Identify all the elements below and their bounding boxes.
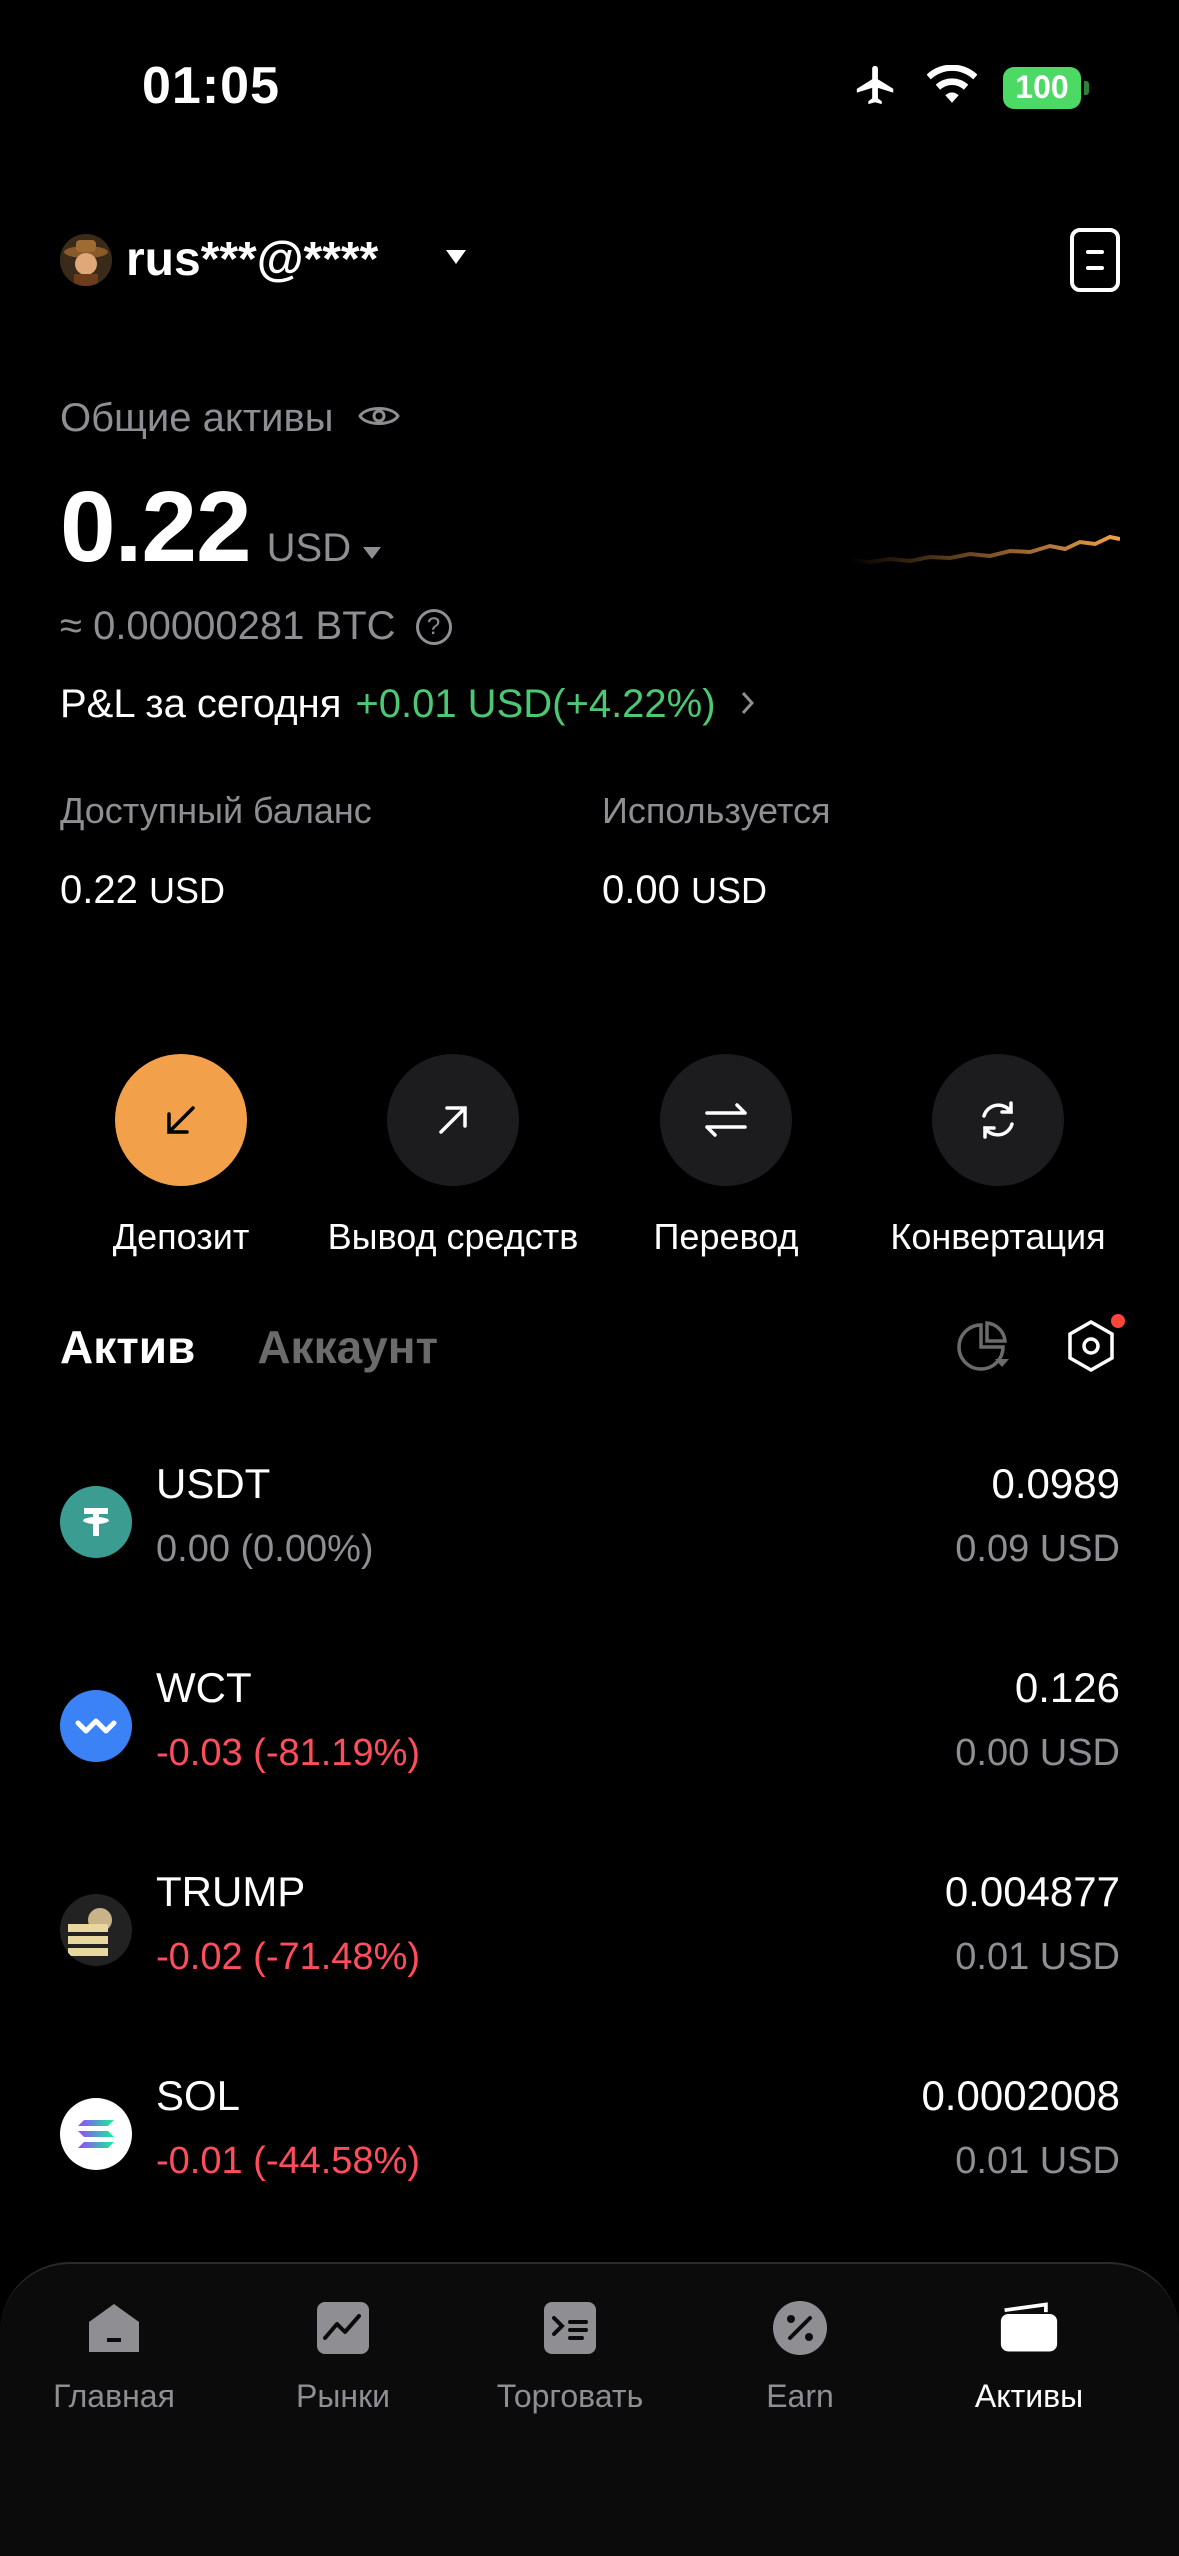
transfer-button[interactable]: Перевод (586, 1054, 866, 1258)
asset-symbol: TRUMP (156, 1868, 306, 1915)
asset-row-wct[interactable]: WCT -0.03 (-81.19%) 0.126 0.00 USD (60, 1664, 1120, 1804)
sol-coin-icon (60, 2098, 132, 2170)
transfer-arrows-icon (660, 1054, 792, 1186)
trade-icon (540, 2298, 600, 2358)
asset-usd-value: 0.01 USD (955, 2140, 1120, 2182)
usdt-coin-icon (60, 1486, 132, 1558)
available-balance-value-row: 0.22 USD (60, 868, 372, 913)
wallet-icon (999, 2298, 1059, 2358)
settings-hexagon-icon[interactable] (1063, 1314, 1125, 1379)
markets-icon (313, 2298, 373, 2358)
account-header: rus***@**** (60, 228, 1120, 292)
asset-symbol: WCT (156, 1664, 252, 1711)
pnl-value: +0.01 USD(+4.22%) (355, 682, 716, 726)
nav-assets-label: Активы (974, 2378, 1084, 2414)
status-icons: 100 (851, 62, 1089, 113)
nav-trade[interactable]: Торговать (470, 2298, 670, 2415)
avatar[interactable] (60, 234, 112, 286)
asset-row-trump[interactable]: TRUMP -0.02 (-71.48%) 0.004877 0.01 USD (60, 1868, 1120, 2008)
total-value: 0.22 (60, 471, 252, 583)
help-icon[interactable]: ? (415, 608, 452, 645)
nav-assets[interactable]: Активы (929, 2298, 1129, 2415)
transfer-label: Перевод (653, 1216, 799, 1257)
wct-coin-icon (60, 1690, 132, 1762)
status-bar: 01:05 100 (0, 0, 1179, 170)
notification-dot (1111, 1314, 1125, 1328)
nav-home-label: Главная (53, 2378, 175, 2414)
convert-refresh-icon (932, 1054, 1064, 1186)
statement-document-icon[interactable] (1070, 228, 1120, 292)
currency-caret-icon[interactable] (361, 545, 383, 566)
total-assets-label: Общие активы (60, 396, 334, 440)
used-balance-currency: USD (690, 870, 767, 911)
chevron-right-icon (740, 682, 756, 727)
eye-icon[interactable] (357, 396, 400, 441)
nav-earn-label: Earn (766, 2378, 834, 2414)
status-time: 01:05 (142, 57, 280, 115)
asset-amount: 0.126 (1014, 1664, 1120, 1711)
balance-sparkline (850, 534, 1120, 565)
username[interactable]: rus***@**** (126, 232, 378, 287)
deposit-arrow-icon (115, 1054, 247, 1186)
available-balance-value: 0.22 (60, 868, 138, 912)
available-balance: Доступный баланс 0.22 USD (60, 790, 372, 913)
battery-icon: 100 (1003, 66, 1089, 109)
used-balance-label: Используется (602, 790, 831, 831)
asset-change: 0.00 (0.00%) (156, 1528, 374, 1570)
asset-amount: 0.0002008 (921, 2072, 1120, 2119)
available-balance-currency: USD (148, 870, 225, 911)
used-balance: Используется 0.00 USD (602, 790, 830, 913)
asset-usd-value: 0.01 USD (955, 1936, 1120, 1978)
tab-account[interactable]: Аккаунт (257, 1320, 438, 1374)
nav-markets[interactable]: Рынки (243, 2298, 443, 2415)
asset-tabs: Актив Аккаунт (60, 1320, 438, 1374)
used-balance-value-row: 0.00 USD (602, 868, 830, 913)
total-assets-label-row: Общие активы (60, 396, 400, 441)
convert-label: Конвертация (890, 1216, 1106, 1257)
currency-selector[interactable]: USD (267, 526, 351, 571)
account-dropdown-caret-icon[interactable] (444, 248, 468, 271)
tab-asset[interactable]: Актив (60, 1320, 195, 1374)
asset-change: -0.01 (-44.58%) (156, 2140, 421, 2182)
total-value-row: 0.22 USD (60, 470, 383, 585)
withdraw-arrow-icon (387, 1054, 519, 1186)
withdraw-button[interactable]: Вывод средств (313, 1054, 593, 1258)
asset-change: -0.03 (-81.19%) (156, 1732, 421, 1774)
asset-amount: 0.004877 (944, 1868, 1120, 1915)
pie-chart-icon[interactable] (955, 1319, 1011, 1378)
asset-symbol: USDT (156, 1460, 271, 1507)
asset-usd-value: 0.09 USD (955, 1528, 1120, 1570)
pnl-label: P&L за сегодня (60, 682, 342, 726)
asset-tools (955, 1314, 1125, 1379)
nav-earn[interactable]: Earn (700, 2298, 900, 2415)
asset-change: -0.02 (-71.48%) (156, 1936, 421, 1978)
deposit-button[interactable]: Депозит (41, 1054, 321, 1258)
used-balance-value: 0.00 (602, 868, 680, 912)
btc-equivalent-row: ≈ 0.00000281 BTC ? (60, 604, 452, 649)
earn-icon (770, 2298, 830, 2358)
asset-usd-value: 0.00 USD (955, 1732, 1120, 1774)
wifi-icon (926, 64, 978, 110)
convert-button[interactable]: Конвертация (858, 1054, 1138, 1258)
deposit-label: Депозит (112, 1216, 250, 1257)
nav-trade-label: Торговать (496, 2378, 644, 2414)
asset-amount: 0.0989 (991, 1460, 1120, 1507)
airplane-icon (851, 62, 901, 113)
trump-coin-icon (60, 1894, 132, 1966)
asset-row-usdt[interactable]: USDT 0.00 (0.00%) 0.0989 0.09 USD (60, 1460, 1120, 1600)
withdraw-label: Вывод средств (327, 1216, 579, 1257)
available-balance-label: Доступный баланс (60, 790, 372, 831)
btc-equivalent: ≈ 0.00000281 BTC (60, 604, 396, 648)
nav-home[interactable]: Главная (14, 2298, 214, 2415)
nav-markets-label: Рынки (296, 2378, 390, 2414)
home-icon (84, 2298, 144, 2358)
asset-row-sol[interactable]: SOL -0.01 (-44.58%) 0.0002008 0.01 USD (60, 2072, 1120, 2212)
pnl-row[interactable]: P&L за сегодня +0.01 USD(+4.22%) (60, 682, 756, 727)
asset-symbol: SOL (156, 2072, 241, 2119)
